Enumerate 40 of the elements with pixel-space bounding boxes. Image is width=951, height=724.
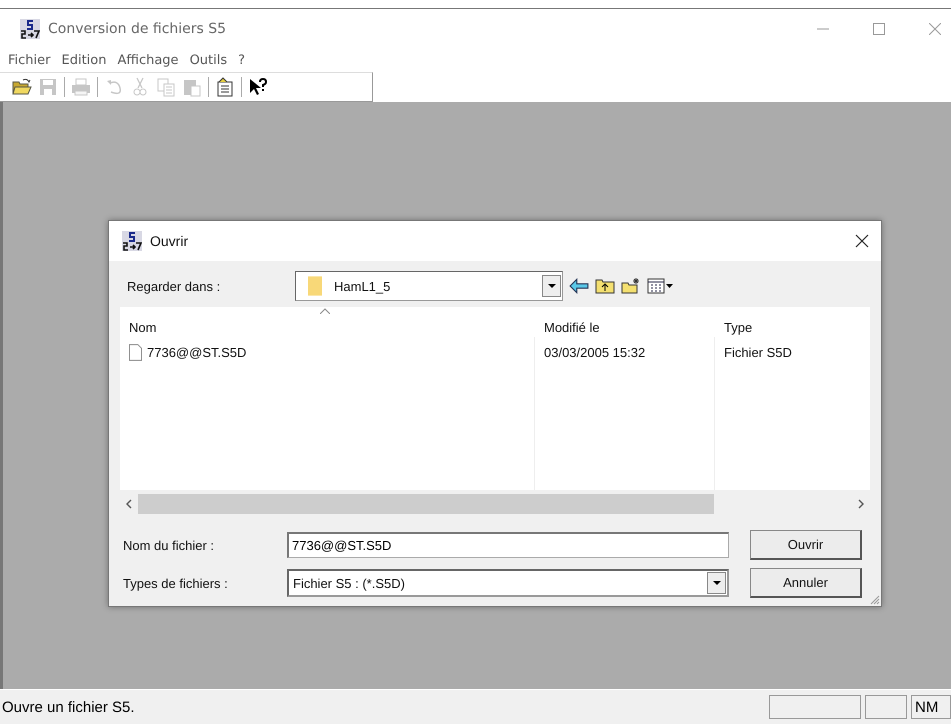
file-type-dropdown[interactable]: Fichier S5 : (*.S5D): [287, 569, 729, 597]
menu-item[interactable]: Edition: [62, 52, 106, 68]
window-title: Conversion de fichiers S5: [48, 20, 226, 36]
up-folder-icon[interactable]: [595, 278, 615, 294]
status-panel: [865, 695, 907, 719]
menu-item[interactable]: Affichage: [117, 52, 179, 68]
new-folder-icon[interactable]: [621, 278, 641, 294]
file-name-label: Nom du fichier :: [123, 538, 216, 552]
column-header[interactable]: Type: [715, 320, 870, 337]
app-logo-icon: [122, 231, 142, 251]
help-pointer-icon[interactable]: [248, 77, 268, 97]
notepad-icon[interactable]: [215, 77, 235, 97]
document-icon: [129, 344, 142, 360]
scroll-right-icon[interactable]: [858, 499, 864, 509]
status-message: Ouvre un fichier S5.: [2, 698, 135, 716]
column-header[interactable]: Modifié le: [535, 320, 715, 337]
file-name[interactable]: 7736@@ST.S5D: [147, 344, 246, 360]
modified-date: 03/03/2005 15:32: [544, 344, 646, 360]
back-arrow-icon[interactable]: [569, 278, 589, 294]
cancel-button[interactable]: Annuler: [750, 568, 862, 598]
open-button[interactable]: Ouvrir: [750, 530, 862, 560]
column-header[interactable]: Nom: [120, 320, 535, 337]
close-icon[interactable]: [855, 234, 869, 248]
dialog-title: Ouvrir: [150, 233, 188, 249]
look-in-label: Regarder dans :: [127, 278, 222, 294]
maximize-icon[interactable]: [873, 22, 885, 34]
menu-item[interactable]: Outils: [190, 52, 228, 68]
menu-item[interactable]: Fichier: [8, 52, 50, 68]
view-menu-icon[interactable]: [647, 278, 673, 294]
file-name-field[interactable]: 7736@@ST.S5D: [287, 532, 729, 558]
scroll-thumb[interactable]: [138, 494, 714, 514]
status-indicator: NM: [911, 695, 951, 719]
file-type: Fichier S5D: [724, 344, 792, 360]
look-in-dropdown[interactable]: HamL1_5: [295, 271, 563, 301]
menu-item[interactable]: ?: [238, 52, 246, 68]
file-type-label: Types de fichiers :: [123, 576, 229, 590]
sort-caret-icon: [320, 308, 330, 314]
app-logo-icon: [20, 18, 40, 38]
resize-grip-icon[interactable]: [868, 593, 880, 605]
scroll-left-icon[interactable]: [126, 499, 132, 509]
